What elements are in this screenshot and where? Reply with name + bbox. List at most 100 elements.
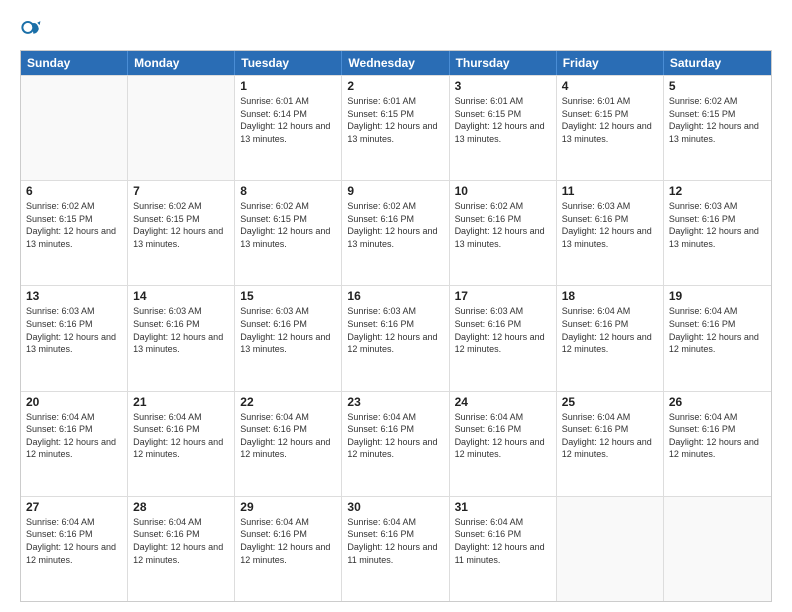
day-number: 1 [240,79,336,93]
cal-cell-day-13: 13Sunrise: 6:03 AM Sunset: 6:16 PM Dayli… [21,286,128,390]
cal-cell-day-6: 6 Sunrise: 6:02 AM Sunset: 6:15 PM Daylig… [21,181,128,285]
cell-detail: Sunrise: 6:02 AM Sunset: 6:16 PM Dayligh… [347,200,443,250]
cal-cell-day-16: 16 Sunrise: 6:03 AM Sunset: 6:16 PM Dayli… [342,286,449,390]
day-number: 22 [240,395,336,409]
cal-cell-empty-6 [664,497,771,601]
cal-cell-empty-0 [21,76,128,180]
cal-cell-day-30: 30 Sunrise: 6:04 AM Sunset: 6:16 PM Dayli… [342,497,449,601]
day-number: 13 [26,289,122,303]
cal-cell-day-21: 21Sunrise: 6:04 AM Sunset: 6:16 PM Dayli… [128,392,235,496]
day-number: 11 [562,184,658,198]
cell-detail: Sunrise: 6:04 AM Sunset: 6:16 PM Dayligh… [347,516,443,566]
cal-cell-day-3: 3Sunrise: 6:01 AM Sunset: 6:15 PM Daylig… [450,76,557,180]
cal-cell-day-29: 29 Sunrise: 6:04 AM Sunset: 6:16 PM Dayli… [235,497,342,601]
header-day-wednesday: Wednesday [342,51,449,75]
logo-icon [20,18,42,40]
day-number: 3 [455,79,551,93]
header-day-friday: Friday [557,51,664,75]
day-number: 29 [240,500,336,514]
day-number: 30 [347,500,443,514]
cell-detail: Sunrise: 6:04 AM Sunset: 6:16 PM Dayligh… [26,411,122,461]
day-number: 12 [669,184,766,198]
day-number: 4 [562,79,658,93]
cal-cell-day-26: 26 Sunrise: 6:04 AM Sunset: 6:16 PM Dayli… [664,392,771,496]
day-number: 20 [26,395,122,409]
cal-cell-day-15: 15Sunrise: 6:03 AM Sunset: 6:16 PM Dayli… [235,286,342,390]
day-number: 17 [455,289,551,303]
week-row-3: 13 Sunrise: 6:03 AM Sunset: 6:16 PM Dayli… [21,285,771,390]
cal-cell-day-23: 23Sunrise: 6:04 AM Sunset: 6:16 PM Dayli… [342,392,449,496]
cell-detail: Sunrise: 6:02 AM Sunset: 6:15 PM Dayligh… [669,95,766,145]
week-row-4: 20 Sunrise: 6:04 AM Sunset: 6:16 PM Dayli… [21,391,771,496]
header-day-saturday: Saturday [664,51,771,75]
cal-cell-day-22: 22 Sunrise: 6:04 AM Sunset: 6:16 PM Dayli… [235,392,342,496]
day-number: 18 [562,289,658,303]
cal-cell-empty-1 [128,76,235,180]
cell-detail: Sunrise: 6:04 AM Sunset: 6:16 PM Dayligh… [562,411,658,461]
calendar-header: SundayMondayTuesdayWednesdayThursdayFrid… [21,51,771,75]
cell-detail: Sunrise: 6:03 AM Sunset: 6:16 PM Dayligh… [669,200,766,250]
cell-detail: Sunrise: 6:03 AM Sunset: 6:16 PM Dayligh… [455,305,551,355]
day-number: 25 [562,395,658,409]
cell-detail: Sunrise: 6:04 AM Sunset: 6:16 PM Dayligh… [455,516,551,566]
cell-detail: Sunrise: 6:04 AM Sunset: 6:16 PM Dayligh… [669,305,766,355]
cell-detail: Sunrise: 6:04 AM Sunset: 6:16 PM Dayligh… [26,516,122,566]
day-number: 14 [133,289,229,303]
cell-detail: Sunrise: 6:02 AM Sunset: 6:15 PM Dayligh… [240,200,336,250]
day-number: 7 [133,184,229,198]
cal-cell-day-8: 8 Sunrise: 6:02 AM Sunset: 6:15 PM Daylig… [235,181,342,285]
header-day-monday: Monday [128,51,235,75]
cell-detail: Sunrise: 6:04 AM Sunset: 6:16 PM Dayligh… [562,305,658,355]
cal-cell-day-14: 14 Sunrise: 6:03 AM Sunset: 6:16 PM Dayli… [128,286,235,390]
day-number: 16 [347,289,443,303]
cal-cell-day-27: 27 Sunrise: 6:04 AM Sunset: 6:16 PM Dayli… [21,497,128,601]
cal-cell-day-1: 1Sunrise: 6:01 AM Sunset: 6:14 PM Daylig… [235,76,342,180]
cal-cell-day-17: 17 Sunrise: 6:03 AM Sunset: 6:16 PM Dayli… [450,286,557,390]
cal-cell-day-19: 19 Sunrise: 6:04 AM Sunset: 6:16 PM Dayli… [664,286,771,390]
day-number: 8 [240,184,336,198]
day-number: 28 [133,500,229,514]
cal-cell-day-18: 18 Sunrise: 6:04 AM Sunset: 6:16 PM Dayli… [557,286,664,390]
cal-cell-day-12: 12 Sunrise: 6:03 AM Sunset: 6:16 PM Dayli… [664,181,771,285]
cell-detail: Sunrise: 6:03 AM Sunset: 6:16 PM Dayligh… [347,305,443,355]
header-day-thursday: Thursday [450,51,557,75]
week-row-1: 1Sunrise: 6:01 AM Sunset: 6:14 PM Daylig… [21,75,771,180]
week-row-2: 6 Sunrise: 6:02 AM Sunset: 6:15 PM Daylig… [21,180,771,285]
day-number: 31 [455,500,551,514]
header [20,18,772,40]
cal-cell-day-25: 25 Sunrise: 6:04 AM Sunset: 6:16 PM Dayli… [557,392,664,496]
day-number: 19 [669,289,766,303]
cal-cell-day-10: 10Sunrise: 6:02 AM Sunset: 6:16 PM Dayli… [450,181,557,285]
cell-detail: Sunrise: 6:02 AM Sunset: 6:16 PM Dayligh… [455,200,551,250]
calendar-body: 1Sunrise: 6:01 AM Sunset: 6:14 PM Daylig… [21,75,771,601]
cell-detail: Sunrise: 6:04 AM Sunset: 6:16 PM Dayligh… [669,411,766,461]
cal-cell-day-24: 24 Sunrise: 6:04 AM Sunset: 6:16 PM Dayli… [450,392,557,496]
day-number: 23 [347,395,443,409]
day-number: 27 [26,500,122,514]
cal-cell-day-31: 31 Sunrise: 6:04 AM Sunset: 6:16 PM Dayli… [450,497,557,601]
cal-cell-day-4: 4 Sunrise: 6:01 AM Sunset: 6:15 PM Daylig… [557,76,664,180]
day-number: 24 [455,395,551,409]
cell-detail: Sunrise: 6:04 AM Sunset: 6:16 PM Dayligh… [240,516,336,566]
day-number: 26 [669,395,766,409]
day-number: 5 [669,79,766,93]
cell-detail: Sunrise: 6:01 AM Sunset: 6:15 PM Dayligh… [562,95,658,145]
cell-detail: Sunrise: 6:04 AM Sunset: 6:16 PM Dayligh… [455,411,551,461]
cal-cell-day-5: 5 Sunrise: 6:02 AM Sunset: 6:15 PM Daylig… [664,76,771,180]
cell-detail: Sunrise: 6:03 AM Sunset: 6:16 PM Dayligh… [562,200,658,250]
cell-detail: Sunrise: 6:03 AM Sunset: 6:16 PM Dayligh… [240,305,336,355]
cell-detail: Sunrise: 6:04 AM Sunset: 6:16 PM Dayligh… [133,516,229,566]
cell-detail: Sunrise: 6:01 AM Sunset: 6:15 PM Dayligh… [347,95,443,145]
week-row-5: 27 Sunrise: 6:04 AM Sunset: 6:16 PM Dayli… [21,496,771,601]
cell-detail: Sunrise: 6:02 AM Sunset: 6:15 PM Dayligh… [133,200,229,250]
header-day-sunday: Sunday [21,51,128,75]
cal-cell-day-20: 20 Sunrise: 6:04 AM Sunset: 6:16 PM Dayli… [21,392,128,496]
cell-detail: Sunrise: 6:04 AM Sunset: 6:16 PM Dayligh… [240,411,336,461]
cell-detail: Sunrise: 6:02 AM Sunset: 6:15 PM Dayligh… [26,200,122,250]
day-number: 6 [26,184,122,198]
cal-cell-day-7: 7 Sunrise: 6:02 AM Sunset: 6:15 PM Daylig… [128,181,235,285]
cell-detail: Sunrise: 6:03 AM Sunset: 6:16 PM Dayligh… [133,305,229,355]
cal-cell-empty-5 [557,497,664,601]
calendar: SundayMondayTuesdayWednesdayThursdayFrid… [20,50,772,602]
cal-cell-day-28: 28 Sunrise: 6:04 AM Sunset: 6:16 PM Dayli… [128,497,235,601]
